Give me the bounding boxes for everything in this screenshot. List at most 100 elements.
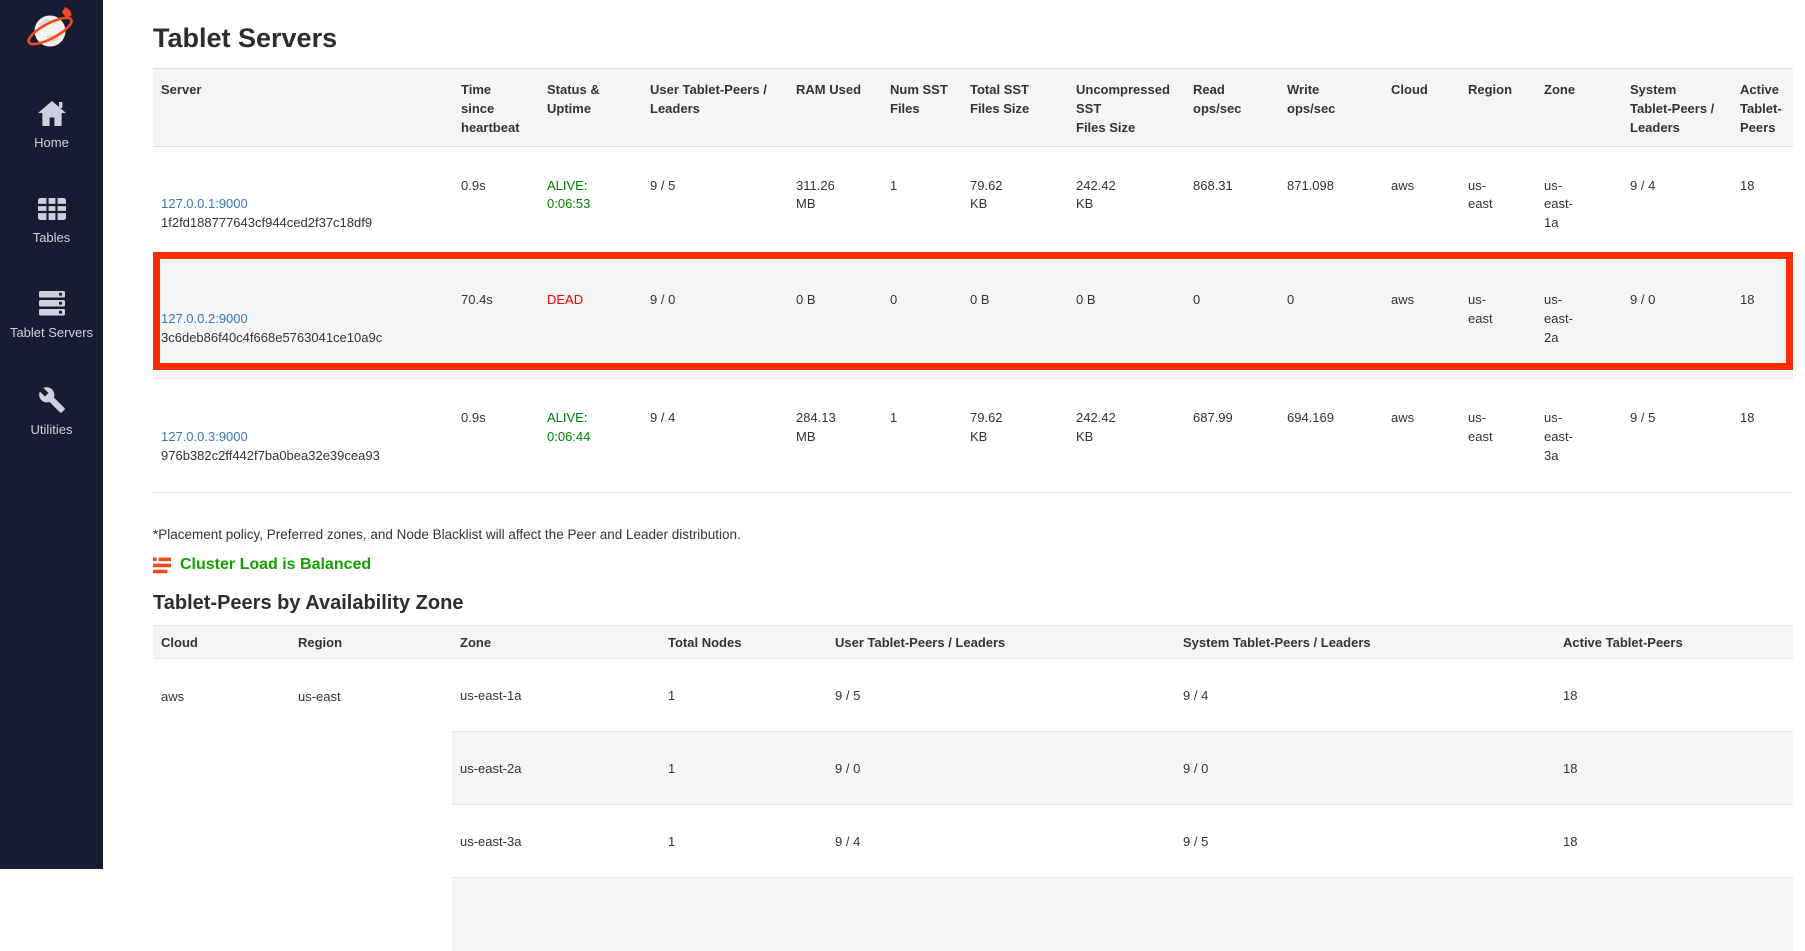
cell-region: us- east: [1460, 146, 1536, 260]
col-active-tablet-peers: Active Tablet-Peers: [1555, 626, 1793, 659]
cell-cloud: aws: [1383, 378, 1460, 492]
cell-read-ops: 687.99: [1185, 378, 1279, 492]
cell-total-sst: 79.62 KB: [962, 146, 1068, 260]
cell-system-tablet-peers: 9 / 5: [1175, 805, 1555, 878]
cutoff-row-cell: [1175, 878, 1555, 951]
utilities-icon: [38, 386, 66, 414]
cell-num-sst: 1: [882, 146, 962, 260]
cell-system-tablet-peers: 9 / 4: [1622, 146, 1732, 260]
col-total-sst: Total SST Files Size: [962, 69, 1068, 147]
tablet-servers-table-wrap: Server Time since heartbeat Status & Upt…: [153, 68, 1793, 493]
planet-rocket-icon: [25, 5, 79, 53]
placement-footnote: *Placement policy, Preferred zones, and …: [153, 527, 1793, 542]
main-content: Tablet Servers Server Time since heartbe…: [103, 0, 1805, 869]
page: Home Tables: [0, 0, 1805, 869]
cutoff-row-cell: [660, 878, 827, 951]
cell-zone: us- east- 3a: [1536, 378, 1622, 492]
sidebar-item-utilities[interactable]: Utilities: [0, 386, 103, 437]
col-write-ops: Write ops/sec: [1279, 69, 1383, 147]
status-badge: ALIVE: 0:06:44: [539, 378, 642, 492]
cell-active-tablet-peers: 18: [1732, 146, 1793, 260]
cell-heartbeat: 70.4s: [453, 260, 539, 378]
cell-system-tablet-peers: 9 / 0: [1175, 732, 1555, 805]
server-row-3: 127.0.0.3:9000 976b382c2ff442f7ba0bea32e…: [153, 378, 1793, 492]
cell-user-tablet-peers: 9 / 0: [827, 732, 1175, 805]
servers-header-row: Server Time since heartbeat Status & Upt…: [153, 69, 1793, 147]
server-row-1: 127.0.0.1:9000 1f2fd188777643cf944ced2f3…: [153, 146, 1793, 260]
cutoff-row-cell: [827, 878, 1175, 951]
col-active-tablet-peers: Active Tablet- Peers: [1732, 69, 1793, 147]
zones-header-row: Cloud Region Zone Total Nodes User Table…: [153, 626, 1793, 659]
tables-icon: [37, 196, 67, 222]
yugabyte-logo[interactable]: [0, 5, 103, 58]
cell-write-ops: 871.098: [1279, 146, 1383, 260]
cell-user-tablet-peers: 9 / 5: [827, 659, 1175, 732]
sidebar-item-label: Tables: [0, 230, 103, 245]
cell-cloud: aws: [1383, 146, 1460, 260]
cell-uncompressed-sst: 242.42 KB: [1068, 378, 1185, 492]
col-user-tablet-peers: User Tablet-Peers / Leaders: [827, 626, 1175, 659]
col-server: Server: [153, 69, 453, 147]
server-uuid: 976b382c2ff442f7ba0bea32e39cea93: [161, 447, 445, 466]
cell-read-ops: 0: [1185, 260, 1279, 378]
cell-region: us- east: [1460, 378, 1536, 492]
col-read-ops: Read ops/sec: [1185, 69, 1279, 147]
cell-server: 127.0.0.2:9000 3c6deb86f40c4f668e5763041…: [153, 260, 453, 378]
sidebar-item-tables[interactable]: Tables: [0, 196, 103, 245]
cell-user-tablet-peers: 9 / 5: [642, 146, 788, 260]
col-system-tablet-peers: System Tablet-Peers / Leaders: [1622, 69, 1732, 147]
cell-system-tablet-peers: 9 / 5: [1622, 378, 1732, 492]
tablet-servers-icon: [37, 290, 67, 317]
cell-num-sst: 0: [882, 260, 962, 378]
cell-ram: 311.26 MB: [788, 146, 882, 260]
cell-active-tablet-peers: 18: [1555, 732, 1793, 805]
server-uuid: 1f2fd188777643cf944ced2f37c18df9: [161, 214, 445, 233]
sidebar-item-label: Utilities: [0, 422, 103, 437]
cell-server: 127.0.0.3:9000 976b382c2ff442f7ba0bea32e…: [153, 378, 453, 492]
cell-region: us-east: [290, 659, 452, 951]
server-link[interactable]: 127.0.0.1:9000: [161, 196, 248, 211]
cell-heartbeat: 0.9s: [453, 378, 539, 492]
sidebar-item-label: Tablet Servers: [0, 325, 103, 340]
cell-total-nodes: 1: [660, 659, 827, 732]
zone-row-1: aws us-east us-east-1a 1 9 / 5 9 / 4 18: [153, 659, 1793, 732]
cell-region: us- east: [1460, 260, 1536, 378]
cell-server: 127.0.0.1:9000 1f2fd188777643cf944ced2f3…: [153, 146, 453, 260]
cell-user-tablet-peers: 9 / 0: [642, 260, 788, 378]
col-region: Region: [290, 626, 452, 659]
server-row-2-dead: 127.0.0.2:9000 3c6deb86f40c4f668e5763041…: [153, 260, 1793, 378]
cell-user-tablet-peers: 9 / 4: [827, 805, 1175, 878]
cell-total-nodes: 1: [660, 805, 827, 878]
col-status: Status & Uptime: [539, 69, 642, 147]
cell-ram: 284.13 MB: [788, 378, 882, 492]
status-badge: DEAD: [539, 260, 642, 378]
cell-read-ops: 868.31: [1185, 146, 1279, 260]
col-user-tablet-peers: User Tablet-Peers / Leaders: [642, 69, 788, 147]
zones-table: Cloud Region Zone Total Nodes User Table…: [153, 625, 1793, 951]
cell-active-tablet-peers: 18: [1732, 378, 1793, 492]
col-system-tablet-peers: System Tablet-Peers / Leaders: [1175, 626, 1555, 659]
cutoff-row-cell: [1555, 878, 1793, 951]
cell-zone: us-east-1a: [452, 659, 660, 732]
server-link[interactable]: 127.0.0.3:9000: [161, 429, 248, 444]
cell-cloud: aws: [153, 659, 290, 951]
col-num-sst: Num SST Files: [882, 69, 962, 147]
cell-heartbeat: 0.9s: [453, 146, 539, 260]
zones-section-title: Tablet-Peers by Availability Zone: [153, 592, 1793, 615]
sidebar-item-tablet-servers[interactable]: Tablet Servers: [0, 290, 103, 340]
col-zone: Zone: [1536, 69, 1622, 147]
cell-num-sst: 1: [882, 378, 962, 492]
cutoff-row-cell: [452, 878, 660, 951]
col-cloud: Cloud: [1383, 69, 1460, 147]
sidebar-item-home[interactable]: Home: [0, 100, 103, 150]
cell-active-tablet-peers: 18: [1555, 659, 1793, 732]
cell-total-nodes: 1: [660, 732, 827, 805]
cell-zone: us-east-2a: [452, 732, 660, 805]
cell-user-tablet-peers: 9 / 4: [642, 378, 788, 492]
cell-system-tablet-peers: 9 / 4: [1175, 659, 1555, 732]
col-heartbeat: Time since heartbeat: [453, 69, 539, 147]
cell-cloud: aws: [1383, 260, 1460, 378]
server-link[interactable]: 127.0.0.2:9000: [161, 311, 248, 326]
cluster-balance-status: Cluster Load is Balanced: [153, 556, 1793, 574]
col-ram: RAM Used: [788, 69, 882, 147]
